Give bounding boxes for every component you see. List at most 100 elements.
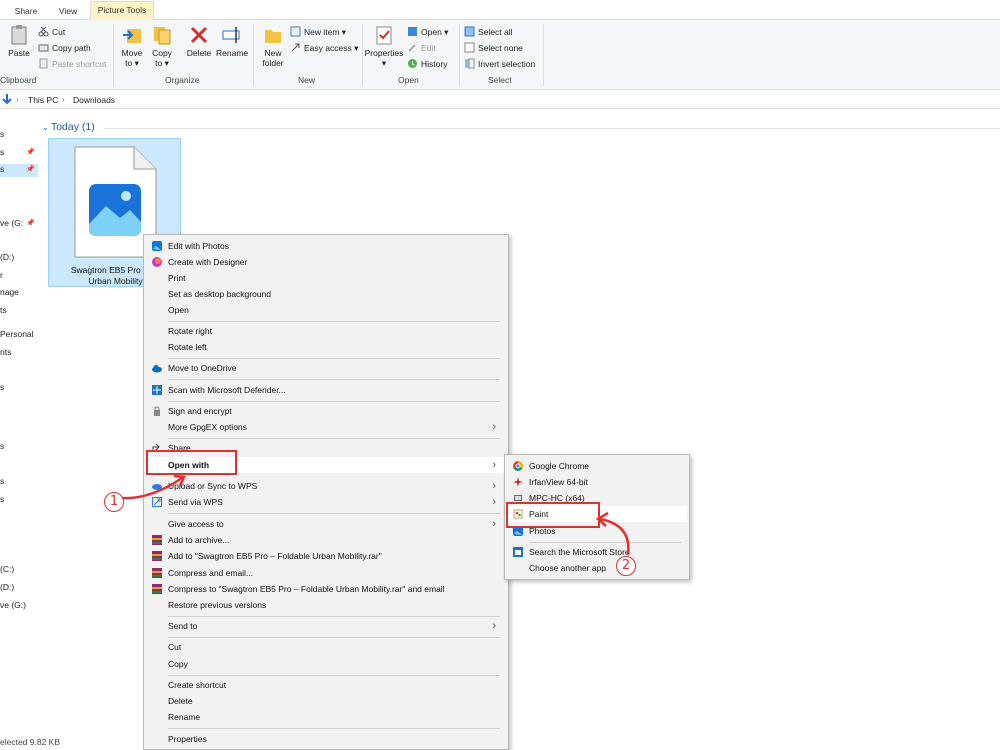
nav-item[interactable]: nts <box>0 347 38 357</box>
menu-create-with-designer[interactable]: Create with Designer <box>146 254 506 270</box>
ribbon-divider <box>253 24 254 86</box>
group-label-select: Select <box>488 75 512 85</box>
edit-button[interactable]: Edit <box>407 41 436 55</box>
nav-item[interactable]: s <box>0 382 38 392</box>
ribbon: Paste Cut Copy path Paste shortcut Clipb… <box>0 20 1000 90</box>
menu-separator <box>168 401 500 402</box>
chevron-down-icon: ▾ <box>381 58 387 68</box>
menu-send-via-wps[interactable]: Send via WPS › <box>146 494 506 510</box>
select-none-button[interactable]: Select none <box>464 41 523 55</box>
nav-item[interactable]: r <box>0 270 38 280</box>
nav-item[interactable]: s <box>0 494 38 504</box>
menu-rename[interactable]: Rename <box>146 709 506 725</box>
menu-print[interactable]: Print <box>146 270 506 286</box>
paste-button[interactable]: Paste <box>4 24 34 58</box>
group-label-new: New <box>298 75 316 85</box>
nav-item[interactable]: (D:) <box>0 252 38 262</box>
nav-item[interactable]: Personal <box>0 329 38 339</box>
paste-shortcut-button[interactable]: Paste shortcut <box>38 57 106 71</box>
nav-item-drive-g[interactable]: ve (G:) <box>0 600 38 610</box>
nav-item[interactable]: s <box>0 441 38 451</box>
menu-compress-and-email[interactable]: Compress and email... <box>146 565 506 581</box>
chevron-down-icon: ⌄ <box>42 123 51 132</box>
menu-delete[interactable]: Delete <box>146 693 506 709</box>
tab-picture-tools[interactable]: Picture Tools <box>90 1 154 21</box>
nav-item[interactable]: s <box>0 476 38 486</box>
invert-selection-button[interactable]: Invert selection <box>464 57 535 71</box>
annotation-step-1: 1 <box>104 492 124 512</box>
menu-compress-to-rar-and-email[interactable]: Compress to "Swagtron EB5 Pro – Foldable… <box>146 581 506 597</box>
winrar-icon <box>152 551 162 561</box>
menu-set-desktop-background[interactable]: Set as desktop background <box>146 286 506 302</box>
scissors-icon <box>38 26 49 37</box>
properties-button[interactable]: Properties ▾ <box>364 24 404 68</box>
ribbon-divider <box>459 24 460 86</box>
breadcrumb-this-pc[interactable]: This PC <box>28 95 58 105</box>
copy-to-button[interactable]: Copy to ▾ <box>148 24 176 68</box>
ribbon-divider <box>362 24 363 86</box>
menu-upload-sync-wps[interactable]: Upload or Sync to WPS › <box>146 478 506 494</box>
new-folder-button[interactable]: New folder <box>258 24 288 68</box>
breadcrumb-separator: › <box>62 95 65 104</box>
menu-separator <box>168 616 500 617</box>
pin-icon: 📌 <box>26 166 35 173</box>
tab-share[interactable]: Share <box>10 3 42 20</box>
menu-create-shortcut[interactable]: Create shortcut <box>146 677 506 693</box>
delete-button[interactable]: Delete <box>184 24 214 58</box>
select-none-icon <box>464 42 475 53</box>
chevron-right-icon: › <box>492 496 496 508</box>
copy-path-button[interactable]: Copy path <box>38 41 91 55</box>
nav-item[interactable]: nage <box>0 287 38 297</box>
group-header-label: Today (1) <box>50 121 95 133</box>
breadcrumb-downloads[interactable]: Downloads <box>73 95 115 105</box>
menu-scan-defender[interactable]: Scan with Microsoft Defender... <box>146 382 506 398</box>
nav-item[interactable]: s 📌 <box>0 147 38 157</box>
rename-button[interactable]: Rename <box>216 24 248 58</box>
open-button[interactable]: Open ▾ <box>407 25 448 39</box>
group-header[interactable]: ⌄ Today (1) <box>42 121 95 133</box>
open-with-google-chrome[interactable]: Google Chrome <box>507 458 687 474</box>
nav-item-drive-c[interactable]: (C:) <box>0 564 38 574</box>
onedrive-cloud-icon <box>152 365 162 373</box>
history-icon <box>408 59 417 68</box>
menu-separator <box>168 358 500 359</box>
nav-item[interactable]: s <box>0 129 38 139</box>
menu-add-to-rar[interactable]: Add to "Swagtron EB5 Pro – Foldable Urba… <box>146 548 506 564</box>
address-bar[interactable]: › This PC › Downloads <box>0 91 1000 109</box>
menu-edit-with-photos[interactable]: Edit with Photos <box>146 238 506 254</box>
chevron-right-icon: › <box>492 518 496 530</box>
menu-rotate-left[interactable]: Rotate left <box>146 339 506 355</box>
nav-item-downloads[interactable]: s 📌 <box>0 164 38 177</box>
menu-open[interactable]: Open <box>146 302 506 318</box>
history-button[interactable]: History <box>407 57 447 71</box>
annotation-arrow-2 <box>595 511 630 556</box>
menu-add-to-archive[interactable]: Add to archive... <box>146 532 506 548</box>
nav-item[interactable]: ve (G: 📌 <box>0 218 38 228</box>
arrow-down-icon <box>2 94 12 105</box>
group-label-clipboard: Clipboard <box>0 75 37 85</box>
menu-copy[interactable]: Copy <box>146 656 506 672</box>
menu-rotate-right[interactable]: Rotate right <box>146 323 506 339</box>
menu-properties[interactable]: Properties <box>146 731 506 747</box>
tab-view[interactable]: View <box>52 3 84 20</box>
menu-move-to-onedrive[interactable]: Move to OneDrive <box>146 360 506 376</box>
nav-item[interactable]: ts <box>0 305 38 315</box>
open-with-irfanview[interactable]: IrfanView 64-bit <box>507 474 687 490</box>
menu-give-access-to[interactable]: Give access to › <box>146 516 506 532</box>
select-all-icon <box>464 26 475 37</box>
menu-more-gpgex-options[interactable]: More GpgEX options › <box>146 419 506 435</box>
nav-item-drive-d[interactable]: (D:) <box>0 582 38 592</box>
menu-restore-previous-versions[interactable]: Restore previous versions <box>146 597 506 613</box>
move-to-button[interactable]: Move to ▾ <box>118 24 146 68</box>
cut-button[interactable]: Cut <box>38 25 65 39</box>
chevron-right-icon: › <box>492 421 496 433</box>
annotation-step-2: 2 <box>616 556 636 576</box>
menu-sign-and-encrypt[interactable]: Sign and encrypt <box>146 403 506 419</box>
easy-access-button[interactable]: Easy access ▾ <box>290 41 358 55</box>
menu-cut[interactable]: Cut <box>146 639 506 655</box>
defender-shield-icon <box>152 385 162 395</box>
menu-send-to[interactable]: Send to › <box>146 618 506 634</box>
select-all-button[interactable]: Select all <box>464 25 513 39</box>
new-item-button[interactable]: New item ▾ <box>290 25 346 39</box>
clipboard-icon <box>11 25 27 45</box>
